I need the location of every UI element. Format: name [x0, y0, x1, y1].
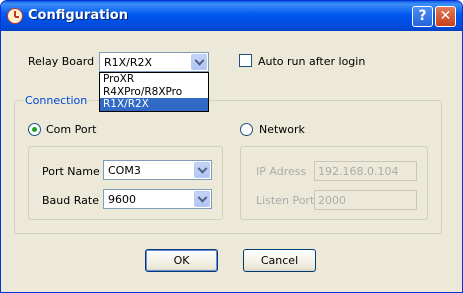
baud-rate-select[interactable]: 9600	[103, 189, 212, 209]
clock-icon	[7, 8, 23, 24]
com-port-label: Com Port	[46, 123, 97, 136]
relay-board-dropdown: ProXR R4XPro/R8XPro R1X/R2X	[99, 72, 209, 112]
port-name-select[interactable]: COM3	[103, 160, 212, 180]
chevron-down-icon[interactable]	[191, 54, 207, 70]
baud-rate-value: 9600	[108, 193, 136, 206]
chevron-down-icon[interactable]	[194, 162, 210, 178]
autorun-checkbox[interactable]	[239, 54, 252, 67]
listen-port-value: 2000	[318, 194, 346, 207]
relay-board-value: R1X/R2X	[104, 56, 153, 69]
ip-address-field[interactable]: 192.168.0.104	[314, 161, 417, 181]
dropdown-option[interactable]: ProXR	[100, 73, 208, 86]
network-radio[interactable]	[240, 123, 253, 136]
help-button[interactable]: ?	[412, 6, 433, 27]
cancel-button[interactable]: Cancel	[243, 249, 316, 272]
network-label: Network	[259, 123, 305, 136]
autorun-label: Auto run after login	[258, 55, 366, 68]
ip-address-label: IP Adress	[256, 165, 307, 178]
chevron-down-icon[interactable]	[194, 191, 210, 207]
ip-address-value: 192.168.0.104	[318, 165, 399, 178]
port-name-label: Port Name	[42, 165, 100, 178]
listen-port-label: Listen Port	[256, 194, 315, 207]
window-title: Configuration	[28, 8, 128, 23]
ok-button[interactable]: OK	[145, 249, 218, 272]
connection-group-title: Connection	[23, 94, 90, 107]
close-button[interactable]: ✕	[435, 6, 456, 27]
title-bar[interactable]: Configuration ? ✕	[1, 1, 462, 31]
listen-port-field[interactable]: 2000	[314, 190, 417, 210]
relay-board-label: Relay Board	[28, 55, 95, 68]
com-port-radio[interactable]	[28, 123, 41, 136]
relay-board-select[interactable]: R1X/R2X	[99, 52, 209, 72]
configuration-dialog: Configuration ? ✕ Relay Board R1X/R2X Pr…	[0, 0, 463, 293]
port-name-value: COM3	[108, 164, 141, 177]
baud-rate-label: Baud Rate	[42, 194, 99, 207]
dropdown-option[interactable]: R4XPro/R8XPro	[100, 86, 208, 99]
dropdown-option-selected[interactable]: R1X/R2X	[100, 98, 208, 111]
